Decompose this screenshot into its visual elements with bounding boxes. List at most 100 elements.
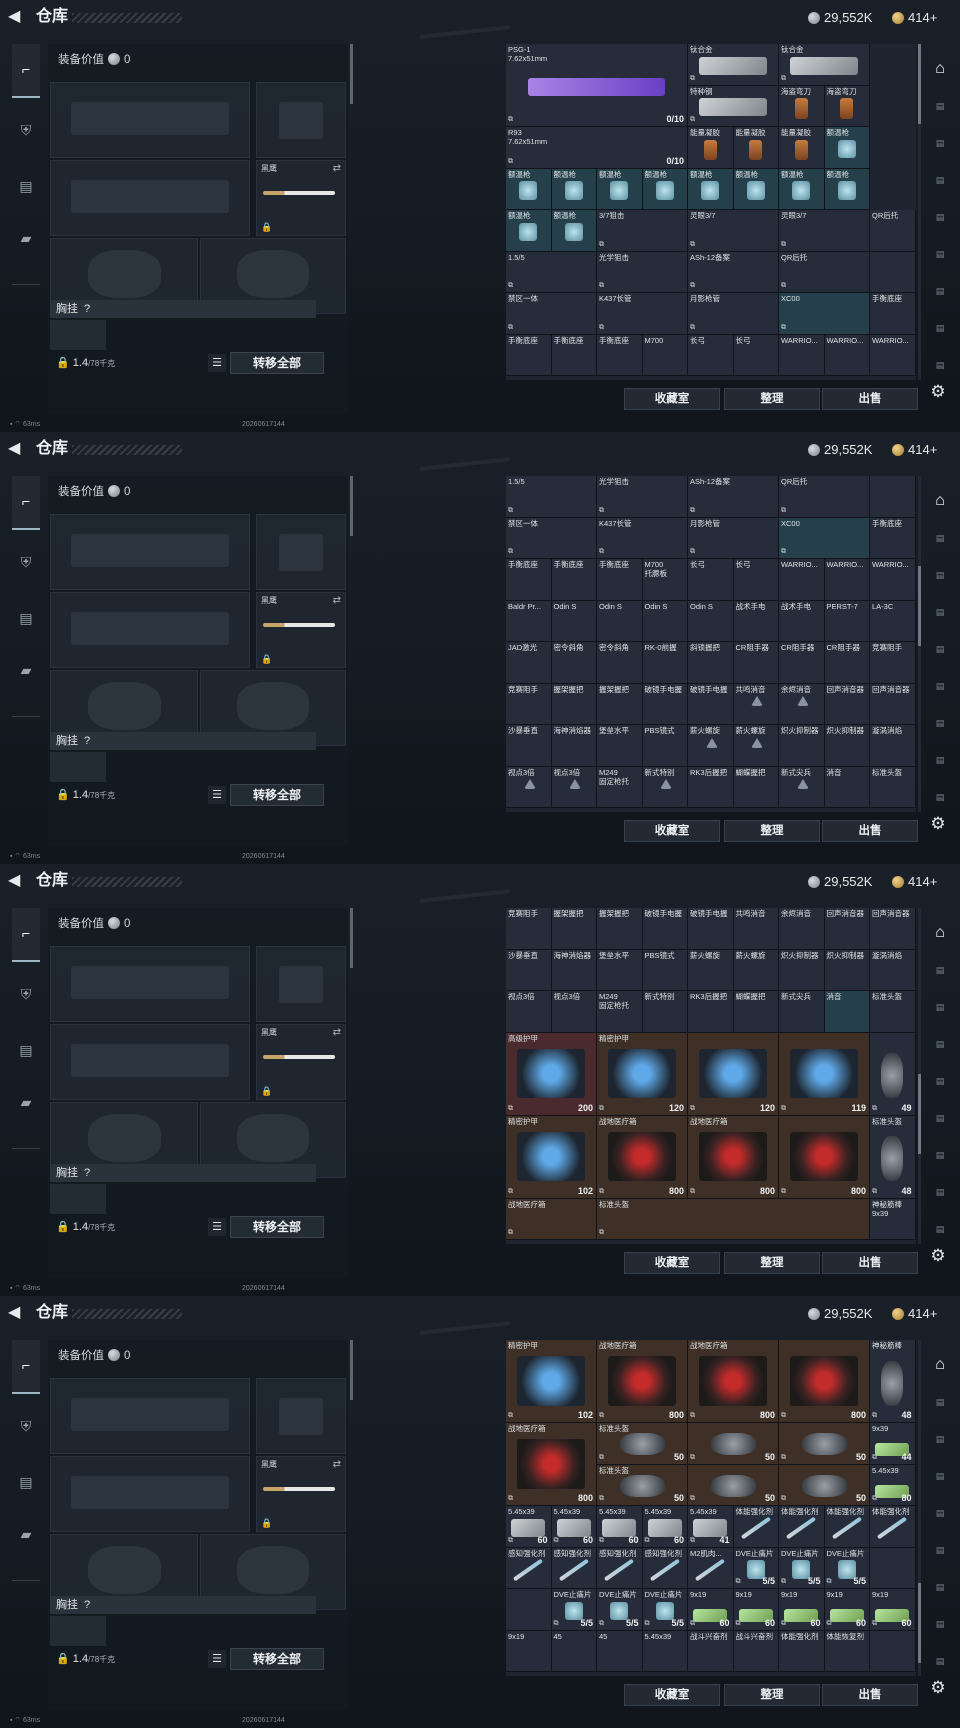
inventory-item[interactable]: M249 固定枪托 [597,766,643,808]
inventory-item[interactable]: PBS镜式 [642,725,688,767]
storage-tab-icon[interactable]: ▤ [924,1424,956,1454]
storage-tab-icon[interactable]: ▤ [924,1214,956,1244]
inventory-item[interactable]: 体能恢复剂 [824,1630,870,1672]
inventory-item[interactable]: 破镜手电握 [642,908,688,950]
weapon-tab-icon[interactable]: ⌐ [12,476,40,530]
inventory-item[interactable]: DVE止痛片 5/5 ⧉ [642,1589,688,1631]
inventory-item[interactable]: R93 7.62x51mm 0/10 ⧉ [506,127,688,169]
inventory-item[interactable]: PERST-7 [824,600,870,642]
inventory-item[interactable]: LA-3C [870,600,916,642]
inventory-item[interactable]: 斜锁握把 [688,642,734,684]
storage-tab-icon[interactable]: ▤ [924,276,956,306]
chest-rig-slot[interactable] [50,1184,106,1214]
inventory-item[interactable]: 手衡底座 [551,559,597,601]
settings-gear-icon[interactable]: ⚙ [924,378,952,406]
settings-gear-icon[interactable]: ⚙ [924,1242,952,1270]
inventory-item[interactable]: 5.45x39 60 ⧉ [597,1506,643,1548]
chest-rig-slot[interactable] [50,752,106,782]
inventory-item[interactable]: PSG-1 7.62x51mm 0/10 ⧉ [506,44,688,127]
pistol-slot[interactable] [256,514,346,590]
inventory-item[interactable]: 薪火螺旋 [733,949,779,991]
melee-slot[interactable]: 黑鹰 ⇄ 🔒 [256,160,346,236]
inventory-item[interactable] [870,251,916,293]
inventory-item[interactable]: 额温枪 [824,168,870,210]
inventory-item[interactable]: 9x19 60 ⧉ [870,1589,916,1631]
weapon-tab-icon[interactable]: ⌐ [12,908,40,962]
inventory-item[interactable]: 消音 [824,766,870,808]
chest-tab-icon[interactable]: ▤ [12,1468,40,1496]
inventory-item[interactable]: 战地医疗箱 800 ⧉ [597,1340,688,1423]
scroll-thumb[interactable] [918,1583,921,1664]
inventory-item[interactable]: 800 ⧉ [779,1115,870,1199]
inventory-item[interactable]: Odin S [551,600,597,642]
inventory-item[interactable]: Odin S [642,600,688,642]
inventory-item[interactable] [870,476,916,518]
inventory-item[interactable]: JAD激光 [506,642,552,684]
inventory-item[interactable]: PBS镜式 [642,949,688,991]
inventory-item[interactable]: DVE止痛片 5/5 ⧉ [824,1547,870,1589]
inventory-item[interactable]: 感知强化剂 [642,1547,688,1589]
inventory-item[interactable]: 5.45x39 60 ⧉ [642,1506,688,1548]
inventory-item[interactable]: 额温枪 [733,168,779,210]
storage-tab-icon[interactable]: ▤ [924,523,956,553]
storage-tab-icon[interactable]: ▤ [924,597,956,627]
inventory-item[interactable]: 50 ⧉ [688,1423,779,1465]
sell-button[interactable]: 出售 [822,1252,918,1274]
sort-button[interactable]: 整理 [724,820,820,842]
inventory-item[interactable]: 标准头盔 48 ⧉ [870,1115,916,1199]
collection-room-button[interactable]: 收藏室 [624,388,720,410]
chest-rig-slot[interactable] [50,1616,106,1646]
inventory-item[interactable]: 视点3倍 [551,991,597,1033]
inventory-item[interactable]: 光学狙击 ⧉ [597,476,688,518]
inventory-item[interactable]: 长弓 [733,334,779,376]
inventory-item[interactable]: 神秘筋棒 48 ⧉ [870,1340,916,1423]
inventory-item[interactable]: Odin S [597,600,643,642]
inventory-item[interactable]: 回声消音器 [824,683,870,725]
back-arrow-icon[interactable]: ◀ [8,871,26,891]
inventory-item[interactable]: 特种钢 ⧉ [688,85,779,127]
inventory-item[interactable]: RK3后握把 [688,991,734,1033]
inventory-item[interactable]: 新式尖兵 [779,991,825,1033]
chest-rig-help[interactable]: ? [84,735,90,747]
inventory-item[interactable]: XC00 ⧉ [779,293,870,335]
storage-tab-icon[interactable]: ▤ [924,165,956,195]
back-arrow-icon[interactable]: ◀ [8,439,26,459]
pistol-slot[interactable] [256,946,346,1022]
storage-tab-icon[interactable]: ▤ [924,1066,956,1096]
inventory-item[interactable]: 破镜手电握 [688,683,734,725]
storage-tab-icon[interactable]: ▤ [924,560,956,590]
inventory-item[interactable]: 精密护甲 102 ⧉ [506,1115,597,1199]
inventory-item[interactable]: 堡垒水平 [597,949,643,991]
inventory-item[interactable]: Odin S [688,600,734,642]
inventory-item[interactable]: CR阻手器 [824,642,870,684]
warehouse-tab-icon[interactable]: ⌂ [924,918,956,948]
transfer-all-button[interactable]: 转移全部 [230,784,324,806]
inventory-item[interactable]: 视点3倍 [506,766,552,808]
inventory-item[interactable]: 体能强化剂 [779,1630,825,1672]
inventory-item[interactable]: QR后托 [870,210,916,252]
inventory-item[interactable]: 月影枪管 ⧉ [688,293,779,335]
storage-tab-icon[interactable]: ▤ [924,128,956,158]
inventory-item[interactable]: 战术手电 [733,600,779,642]
backpack-tab-icon[interactable]: ▰ [12,1088,40,1116]
melee-slot[interactable]: 黑鹰 ⇄ 🔒 [256,592,346,668]
inventory-item[interactable]: 标准头盔 ⧉ [597,1198,870,1240]
weapon-tab-icon[interactable]: ⌐ [12,44,40,98]
loadout-scrollbar[interactable] [350,908,353,968]
secondary-weapon-slot[interactable] [50,1024,250,1100]
loadout-scrollbar[interactable] [350,1340,353,1400]
inventory-item[interactable]: 9x19 60 ⧉ [824,1589,870,1631]
inventory-item[interactable]: 漩涡消焰 [870,949,916,991]
inventory-item[interactable]: 手衡底座 [551,334,597,376]
inventory-item[interactable]: 薪火螺旋 [688,949,734,991]
inventory-item[interactable]: 5.45x39 80 ⧉ [870,1464,916,1506]
currency-gold[interactable]: 414+ [892,441,937,459]
collection-room-button[interactable]: 收藏室 [624,1252,720,1274]
storage-tab-icon[interactable]: ▤ [924,239,956,269]
inventory-item[interactable]: 竞赛阻手 [870,642,916,684]
inventory-item[interactable]: 额温枪 [824,127,870,169]
inventory-item[interactable]: QR后托 ⧉ [779,251,870,293]
pistol-slot[interactable] [256,82,346,158]
inventory-item[interactable]: 额温枪 [642,168,688,210]
backpack-tab-icon[interactable]: ▰ [12,656,40,684]
